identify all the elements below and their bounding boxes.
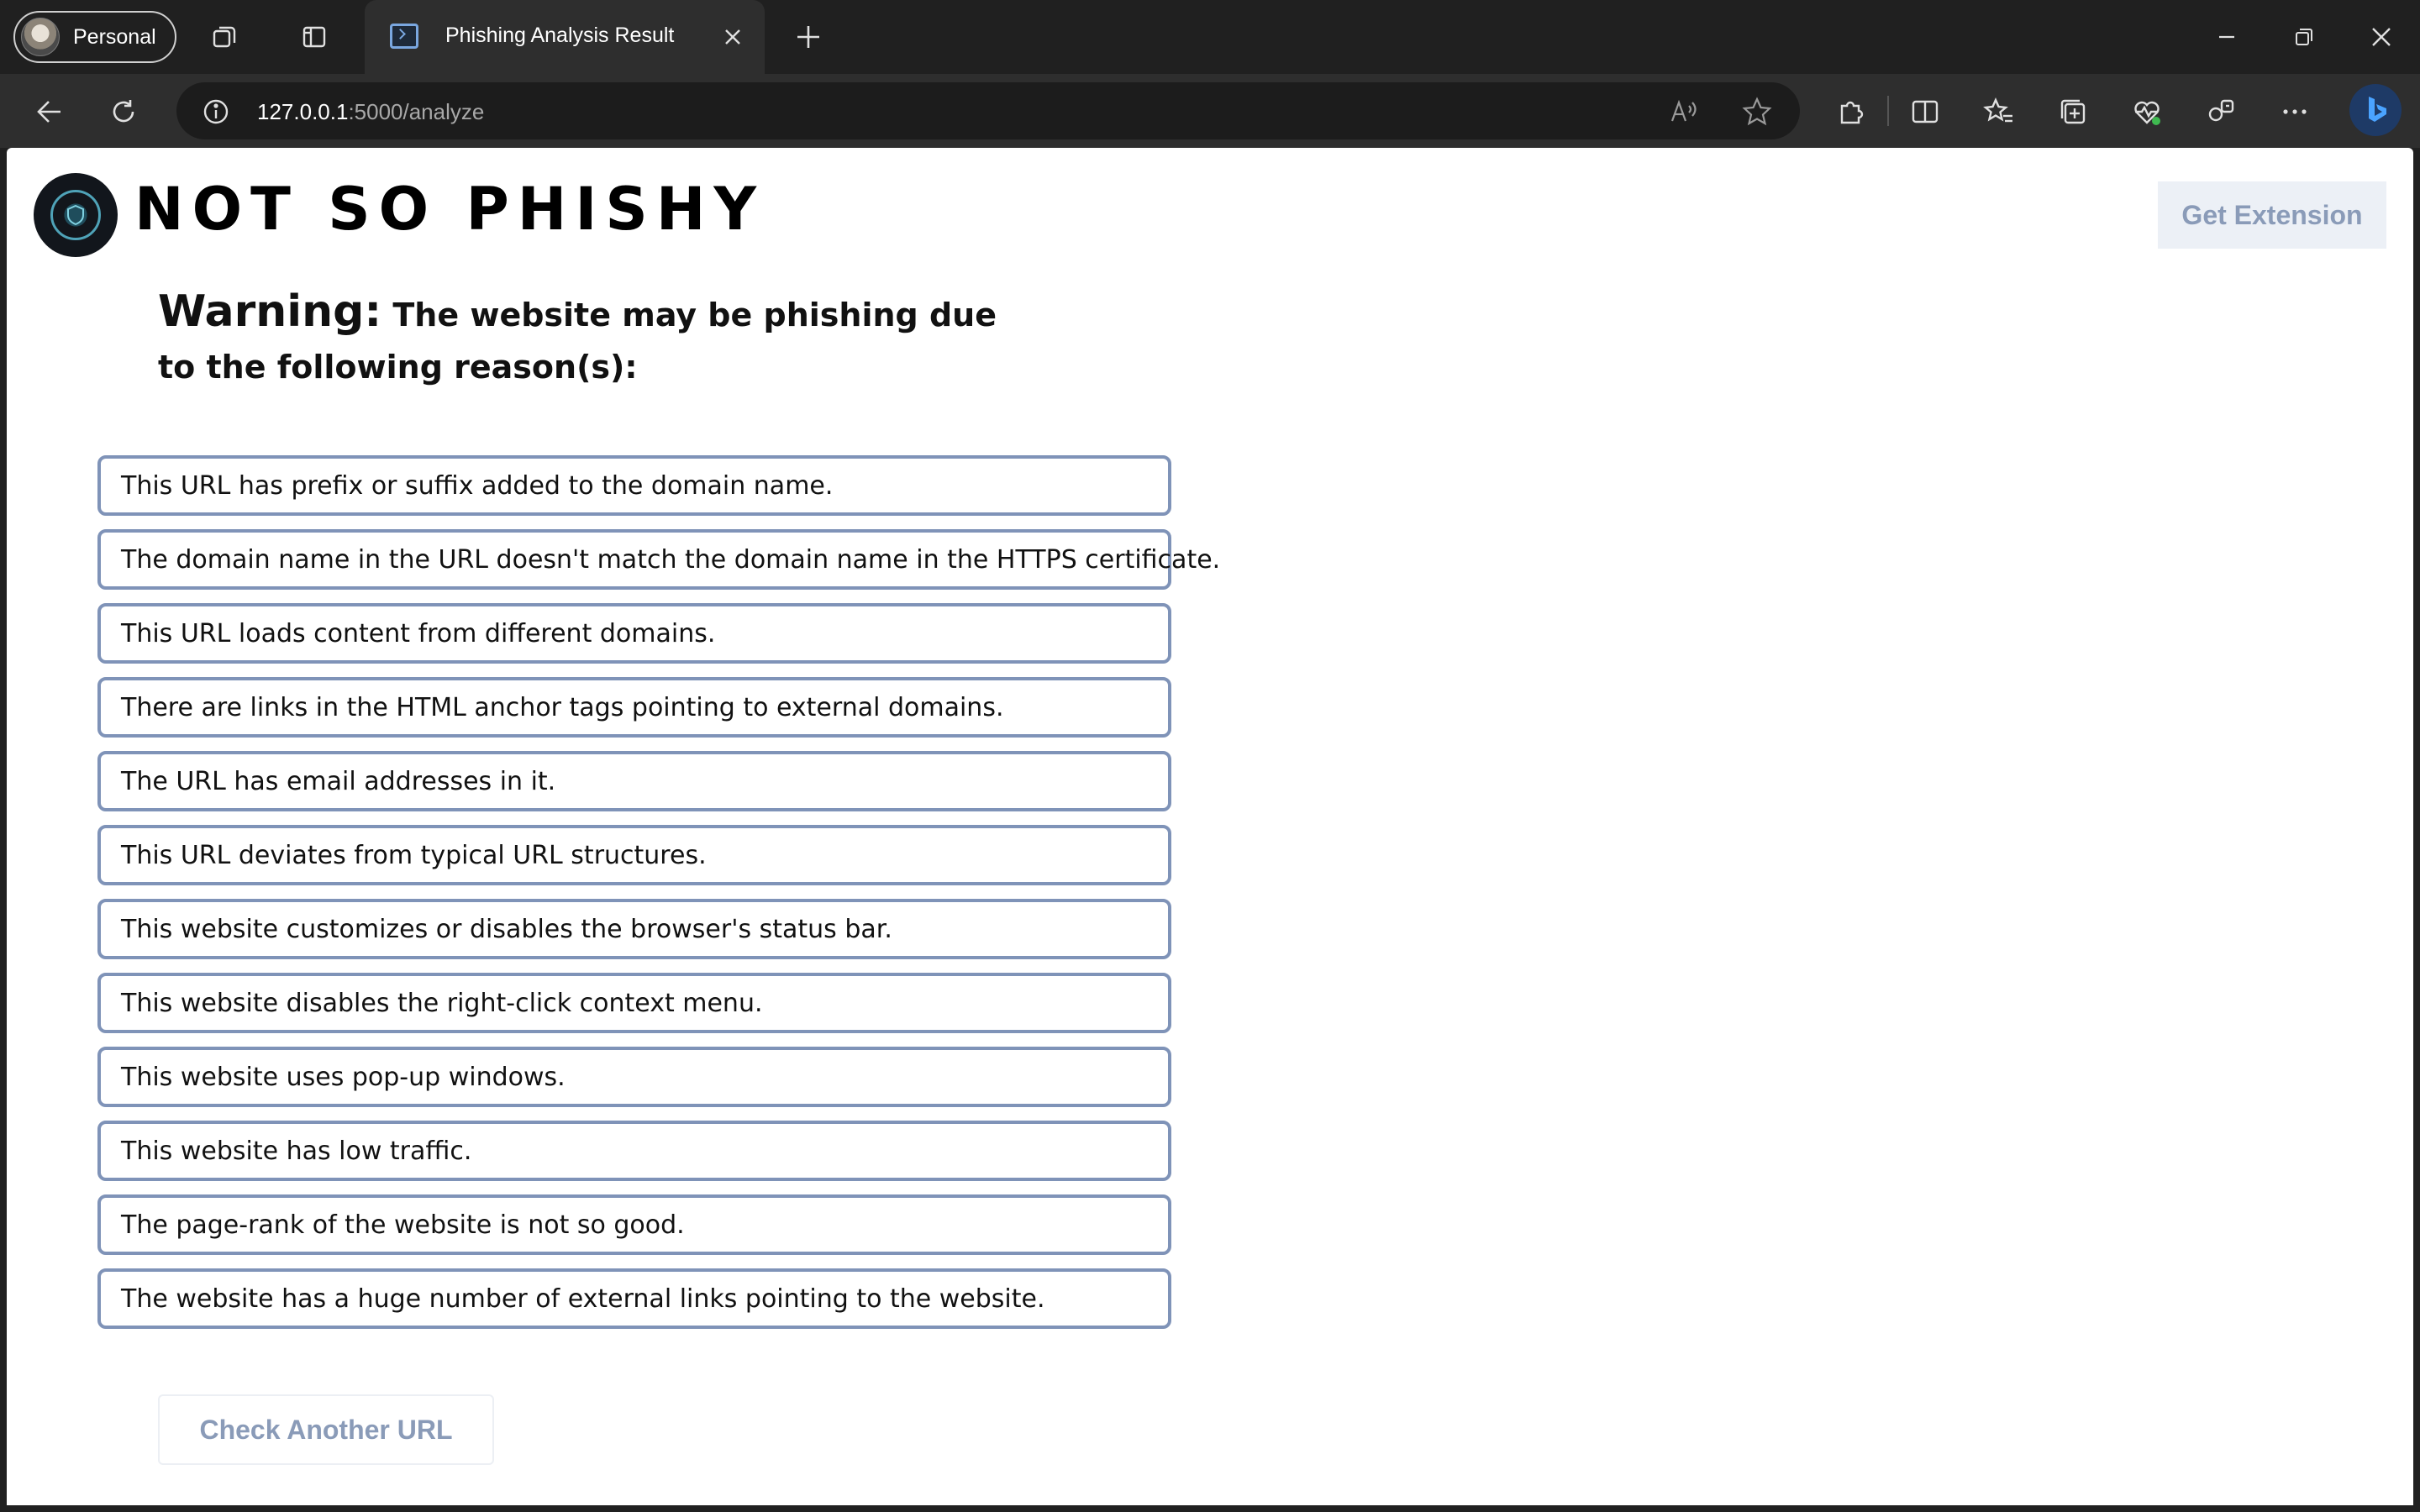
get-extension-button[interactable]: Get Extension <box>2158 181 2386 249</box>
tab-close-icon[interactable] <box>714 18 751 55</box>
site-info-icon[interactable] <box>202 97 230 126</box>
profile-avatar <box>21 18 60 56</box>
profile-button[interactable]: Personal <box>13 11 176 63</box>
address-bar[interactable]: 127.0.0.1:5000/analyze <box>176 82 1800 139</box>
copilot-sidebar-icon[interactable] <box>2200 91 2242 133</box>
url-text: 127.0.0.1:5000/analyze <box>257 99 484 125</box>
reason-item: The domain name in the URL doesn't match… <box>97 529 1220 590</box>
reason-item: This website uses pop-up windows. <box>97 1047 1171 1107</box>
restore-icon[interactable] <box>2286 18 2323 55</box>
reason-item: There are links in the HTML anchor tags … <box>97 677 1171 738</box>
toolbar-divider <box>1887 96 1889 126</box>
reason-item: This website disables the right-click co… <box>97 973 1171 1033</box>
brand-title: NOT SO PHISHY <box>134 175 765 244</box>
favorites-list-icon[interactable] <box>1978 91 2020 133</box>
refresh-icon[interactable] <box>104 92 143 131</box>
extensions-puzzle-icon[interactable] <box>1830 91 1872 133</box>
terminal-favicon-icon <box>390 24 418 49</box>
reason-item: This URL loads content from different do… <box>97 603 1171 664</box>
browser-essentials-heart-icon[interactable] <box>2126 91 2168 133</box>
split-screen-icon[interactable] <box>1904 91 1946 133</box>
profile-label: Personal <box>73 24 156 49</box>
new-tab-plus-icon[interactable] <box>790 18 827 55</box>
warning-label: Warning: <box>158 286 382 337</box>
reason-item: The URL has email addresses in it. <box>97 751 1171 811</box>
tab-title: Phishing Analysis Result <box>445 24 675 47</box>
workspaces-icon[interactable] <box>207 18 244 55</box>
more-options-icon[interactable] <box>2274 91 2316 133</box>
reason-item: This URL deviates from typical URL struc… <box>97 825 1171 885</box>
reason-item: The website has a huge number of externa… <box>97 1268 1171 1329</box>
reason-item: This URL has prefix or suffix added to t… <box>97 455 1171 516</box>
browser-title-bar: Personal Phishing Analysis Result <box>0 0 2420 74</box>
collections-icon[interactable] <box>2052 91 2094 133</box>
back-arrow-icon[interactable] <box>30 92 69 131</box>
page-viewport: NOT SO PHISHY Get Extension Warning: The… <box>7 148 2413 1505</box>
reason-item: The page-rank of the website is not so g… <box>97 1194 1171 1255</box>
brand-logo[interactable] <box>34 173 118 257</box>
favorite-star-icon[interactable] <box>1741 96 1773 128</box>
shield-logo-icon <box>50 190 101 240</box>
reasons-list: This URL has prefix or suffix added to t… <box>97 455 1220 1342</box>
bing-chat-icon[interactable] <box>2349 84 2402 136</box>
warning-message: Warning: The website may be phishing due… <box>158 286 1015 393</box>
browser-toolbar: 127.0.0.1:5000/analyze <box>0 74 2420 148</box>
tab-active[interactable]: Phishing Analysis Result <box>365 0 765 74</box>
reason-item: This website customizes or disables the … <box>97 899 1171 959</box>
close-window-icon[interactable] <box>2363 18 2400 55</box>
vertical-tabs-icon[interactable] <box>296 18 333 55</box>
reason-item: This website has low traffic. <box>97 1121 1171 1181</box>
minimize-icon[interactable] <box>2208 18 2245 55</box>
url-path: :5000/analyze <box>348 99 485 124</box>
url-host: 127.0.0.1 <box>257 99 349 124</box>
check-another-url-button[interactable]: Check Another URL <box>158 1394 494 1465</box>
read-aloud-icon[interactable] <box>1667 96 1699 128</box>
